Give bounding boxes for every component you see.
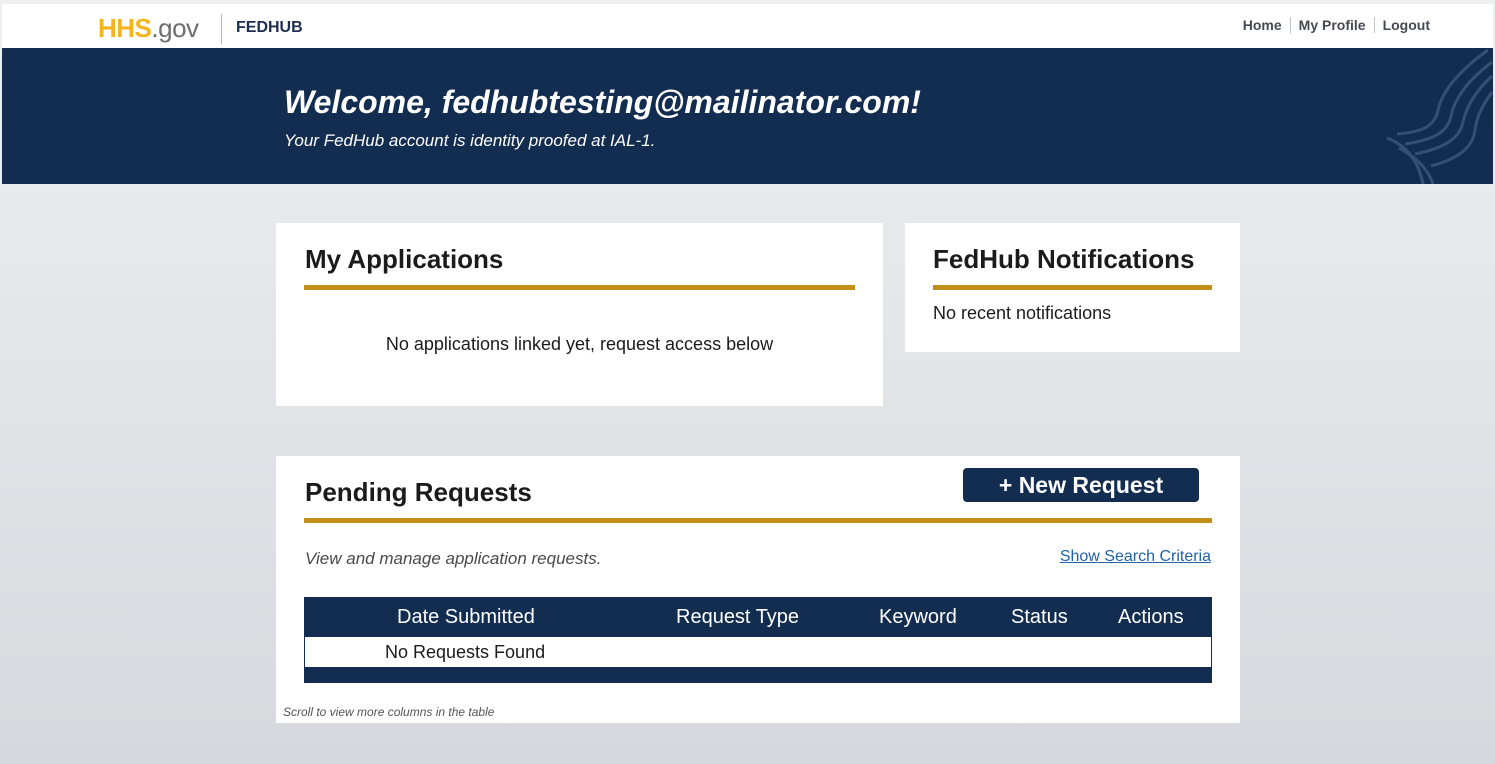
title-underline (304, 285, 855, 290)
header-divider (221, 14, 222, 44)
pending-requests-card: Pending Requests + New Request View and … (276, 456, 1240, 723)
notifications-title: FedHub Notifications (933, 244, 1195, 274)
top-bar: HHS.gov FEDHUB Home My Profile Logout (2, 4, 1493, 48)
requests-table: Date Submitted Request Type Keyword Stat… (304, 597, 1212, 683)
identity-proof-status: Your FedHub account is identity proofed … (284, 131, 656, 150)
nav-logout-link[interactable]: Logout (1375, 17, 1430, 33)
column-keyword[interactable]: Keyword (879, 606, 957, 629)
my-applications-card: My Applications No applications linked y… (276, 223, 883, 406)
hhs-eagle-watermark-icon (1386, 48, 1493, 184)
notifications-empty-message: No recent notifications (933, 303, 1112, 323)
title-underline (304, 518, 1212, 523)
column-actions: Actions (1118, 606, 1184, 628)
welcome-banner: Welcome, fedhubtesting@mailinator.com! Y… (2, 48, 1493, 184)
welcome-heading: Welcome, fedhubtesting@mailinator.com! (284, 84, 921, 120)
hhs-logo[interactable]: HHS.gov (98, 15, 199, 45)
table-header: Date Submitted Request Type Keyword Stat… (304, 597, 1212, 637)
show-search-criteria-link[interactable]: Show Search Criteria (1060, 548, 1211, 566)
notifications-card: FedHub Notifications No recent notificat… (905, 223, 1240, 352)
pending-description: View and manage application requests. (305, 549, 602, 568)
column-status[interactable]: Status (1011, 606, 1068, 629)
logo-gov-text: .gov (151, 13, 199, 43)
my-applications-title: My Applications (305, 244, 504, 274)
nav-my-profile-link[interactable]: My Profile (1291, 17, 1374, 33)
logo-hhs-text: HHS (98, 13, 152, 43)
empty-table-message: No Requests Found (385, 642, 546, 662)
applications-empty-message: No applications linked yet, request acce… (385, 334, 774, 354)
table-row: No Requests Found (305, 637, 1211, 667)
top-nav: Home My Profile Logout (1235, 17, 1430, 33)
pending-requests-title: Pending Requests (305, 477, 532, 507)
brand-name: FEDHUB (236, 19, 303, 36)
new-request-button[interactable]: + New Request (963, 468, 1199, 502)
scroll-hint: Scroll to view more columns in the table (283, 705, 495, 719)
title-underline (933, 285, 1212, 290)
column-date-submitted[interactable]: Date Submitted (397, 606, 535, 629)
column-request-type[interactable]: Request Type (676, 606, 799, 629)
nav-home-link[interactable]: Home (1235, 17, 1290, 33)
